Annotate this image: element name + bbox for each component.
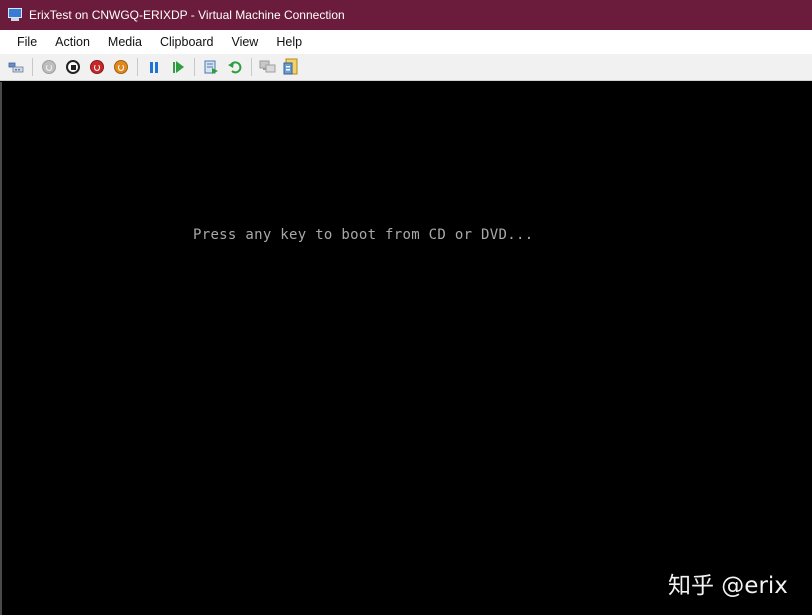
watermark: 知乎 @erix <box>668 573 788 599</box>
checkpoint-button[interactable] <box>201 57 221 77</box>
save-icon <box>114 60 128 74</box>
boot-message: Press any key to boot from CD or DVD... <box>193 227 534 243</box>
menu-action[interactable]: Action <box>46 32 99 52</box>
share-button[interactable] <box>282 57 302 77</box>
toolbar-separator <box>194 58 195 76</box>
toolbar-separator <box>137 58 138 76</box>
toolbar-separator <box>32 58 33 76</box>
window-title: ErixTest on CNWGQ-ERIXDP - Virtual Machi… <box>29 8 345 22</box>
menu-bar: File Action Media Clipboard View Help <box>0 30 812 54</box>
menu-view[interactable]: View <box>222 32 267 52</box>
menu-media[interactable]: Media <box>99 32 151 52</box>
toolbar <box>0 54 812 81</box>
shut-down-button[interactable] <box>87 57 107 77</box>
share-icon <box>283 58 298 75</box>
enhanced-session-icon <box>259 60 276 73</box>
checkpoint-icon <box>204 60 218 74</box>
ctrl-alt-del-icon <box>8 62 24 73</box>
start-button[interactable] <box>39 57 59 77</box>
resume-icon <box>172 61 184 73</box>
virtual-machine-connection-icon[interactable] <box>7 8 23 22</box>
revert-button[interactable] <box>225 57 245 77</box>
menu-help[interactable]: Help <box>267 32 311 52</box>
pause-icon <box>150 61 158 73</box>
menu-file[interactable]: File <box>8 32 46 52</box>
vm-screen[interactable] <box>2 82 812 615</box>
turn-off-icon <box>66 60 80 74</box>
shut-down-icon <box>90 60 104 74</box>
resume-button[interactable] <box>168 57 188 77</box>
revert-icon <box>228 61 242 74</box>
toolbar-separator <box>251 58 252 76</box>
title-bar[interactable]: ErixTest on CNWGQ-ERIXDP - Virtual Machi… <box>0 0 812 30</box>
turn-off-button[interactable] <box>63 57 83 77</box>
enhanced-session-button[interactable] <box>258 57 278 77</box>
ctrl-alt-del-button[interactable] <box>6 57 26 77</box>
menu-clipboard[interactable]: Clipboard <box>151 32 223 52</box>
pause-button[interactable] <box>144 57 164 77</box>
start-icon <box>42 60 56 74</box>
vm-connection-window: ErixTest on CNWGQ-ERIXDP - Virtual Machi… <box>0 0 812 615</box>
save-button[interactable] <box>111 57 131 77</box>
